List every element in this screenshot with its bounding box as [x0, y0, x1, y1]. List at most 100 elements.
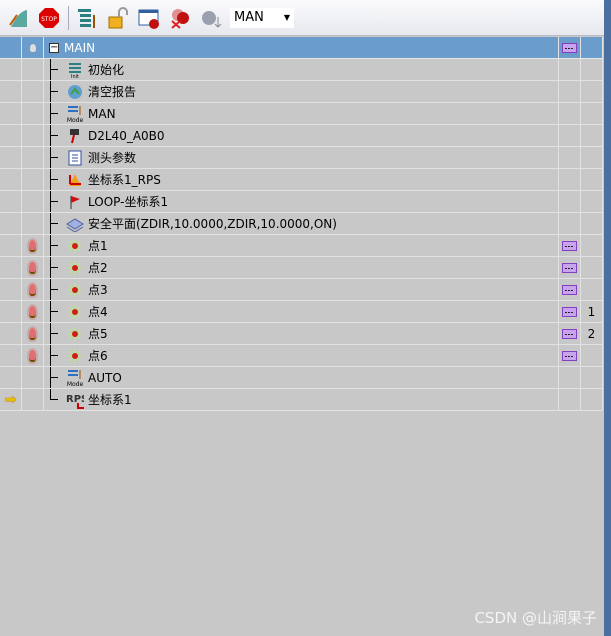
loop-flag-icon: [66, 193, 84, 211]
tree-row[interactable]: Init 初始化: [0, 59, 603, 81]
node-label[interactable]: MAN: [88, 107, 116, 121]
current-position-cell: [0, 125, 22, 146]
table-icon[interactable]: [562, 306, 577, 317]
tree-row[interactable]: ➡ RPS 坐标系1: [0, 389, 603, 411]
bulb-cell[interactable]: [22, 389, 44, 410]
collapse-icon[interactable]: −: [49, 42, 59, 53]
tree-branch: [50, 223, 58, 224]
bulb-icon: [29, 239, 36, 252]
node-label[interactable]: 坐标系1_RPS: [88, 171, 161, 188]
bulb-cell[interactable]: [22, 147, 44, 168]
tree-root-row[interactable]: − MAIN: [0, 37, 603, 59]
tree-row[interactable]: LOOP-坐标系1: [0, 191, 603, 213]
table-icon[interactable]: [562, 328, 577, 339]
tree-branch: [50, 333, 58, 334]
probe-icon: [66, 127, 84, 145]
tree-row[interactable]: 安全平面(ZDIR,10.0000,ZDIR,10.0000,ON): [0, 213, 603, 235]
table-icon[interactable]: [562, 350, 577, 361]
current-position-cell: [0, 323, 22, 344]
bulb-cell[interactable]: [22, 279, 44, 300]
node-label[interactable]: 初始化: [88, 61, 124, 78]
node-label[interactable]: 点2: [88, 259, 108, 276]
mode-select[interactable]: MAN ▼: [230, 7, 294, 28]
rps-icon: RPS: [66, 391, 84, 409]
current-position-cell: [0, 345, 22, 366]
index-number: 2: [587, 326, 596, 341]
current-position-cell: [0, 257, 22, 278]
table-icon[interactable]: [562, 284, 577, 295]
current-position-cell: [0, 279, 22, 300]
bulb-cell[interactable]: [22, 169, 44, 190]
node-label[interactable]: 点4: [88, 303, 108, 320]
bulb-cell[interactable]: [22, 235, 44, 256]
current-position-cell: [0, 59, 22, 80]
bulb-cell[interactable]: [22, 323, 44, 344]
bulb-cell[interactable]: [22, 301, 44, 322]
tree-row[interactable]: 点1: [0, 235, 603, 257]
node-label[interactable]: 点3: [88, 281, 108, 298]
node-label[interactable]: 坐标系1: [88, 391, 132, 408]
window-record-icon[interactable]: [137, 6, 161, 30]
tree-row[interactable]: 点6: [0, 345, 603, 367]
probe-params-icon: [66, 149, 84, 167]
tree-row[interactable]: 点5 2: [0, 323, 603, 345]
node-label[interactable]: 点1: [88, 237, 108, 254]
node-label[interactable]: 点5: [88, 325, 108, 342]
bulb-cell[interactable]: [22, 103, 44, 124]
mode-icon: Mode: [66, 105, 84, 123]
table-icon[interactable]: [562, 42, 577, 53]
current-arrow-icon: ➡: [4, 391, 17, 408]
bulb-cell[interactable]: [22, 213, 44, 234]
node-label[interactable]: LOOP-坐标系1: [88, 193, 168, 210]
tree-row[interactable]: 坐标系1_RPS: [0, 169, 603, 191]
bulb-cell[interactable]: [22, 59, 44, 80]
tree-row[interactable]: 点2: [0, 257, 603, 279]
node-label[interactable]: 安全平面(ZDIR,10.0000,ZDIR,10.0000,ON): [88, 215, 337, 232]
bulb-cell[interactable]: [22, 81, 44, 102]
table-icon[interactable]: [562, 240, 577, 251]
ball-down-icon[interactable]: [199, 6, 223, 30]
bulb-icon: [29, 349, 36, 362]
point-icon: [66, 303, 84, 321]
safety-plane-icon: [66, 215, 84, 233]
tree-line: [50, 389, 51, 399]
bulb-cell[interactable]: [22, 257, 44, 278]
program-tree-grid: − MAIN Init 初始化 清空报告 Mode MAN D2L40_A0B0 测头…: [0, 37, 603, 411]
bulb-cell[interactable]: [22, 125, 44, 146]
tree-branch: [50, 135, 58, 136]
unlock-icon[interactable]: [106, 6, 130, 30]
tree-branch: [50, 179, 58, 180]
tree-row[interactable]: Mode AUTO: [0, 367, 603, 389]
bulb-header-icon: [22, 37, 44, 58]
node-label[interactable]: 测头参数: [88, 149, 136, 166]
tree-branch: [50, 69, 58, 70]
bulb-cell[interactable]: [22, 191, 44, 212]
tree-branch: [50, 399, 58, 400]
table-icon[interactable]: [562, 262, 577, 273]
current-position-cell: [0, 301, 22, 322]
tree-row[interactable]: 清空报告: [0, 81, 603, 103]
tree-row[interactable]: D2L40_A0B0: [0, 125, 603, 147]
node-label[interactable]: 清空报告: [88, 83, 136, 100]
tree-row[interactable]: 点3: [0, 279, 603, 301]
mode-select-value: MAN: [234, 10, 264, 25]
node-label[interactable]: AUTO: [88, 371, 122, 385]
node-label[interactable]: 点6: [88, 347, 108, 364]
tree-branch: [50, 157, 58, 158]
tree-row[interactable]: 测头参数: [0, 147, 603, 169]
point-icon: [66, 325, 84, 343]
bulb-cell[interactable]: [22, 345, 44, 366]
coordinate-system-icon: [66, 171, 84, 189]
svg-text:Init: Init: [71, 74, 79, 78]
window-border: [604, 0, 611, 636]
stop-icon[interactable]: STOP: [37, 6, 61, 30]
tree-branch: [50, 245, 58, 246]
sort-icon[interactable]: [75, 6, 99, 30]
tree-row[interactable]: 点4 1: [0, 301, 603, 323]
root-label: MAIN: [64, 40, 96, 55]
edit-curve-icon[interactable]: [6, 6, 30, 30]
node-label[interactable]: D2L40_A0B0: [88, 129, 165, 143]
delete-points-icon[interactable]: [168, 6, 192, 30]
bulb-cell[interactable]: [22, 367, 44, 388]
tree-row[interactable]: Mode MAN: [0, 103, 603, 125]
